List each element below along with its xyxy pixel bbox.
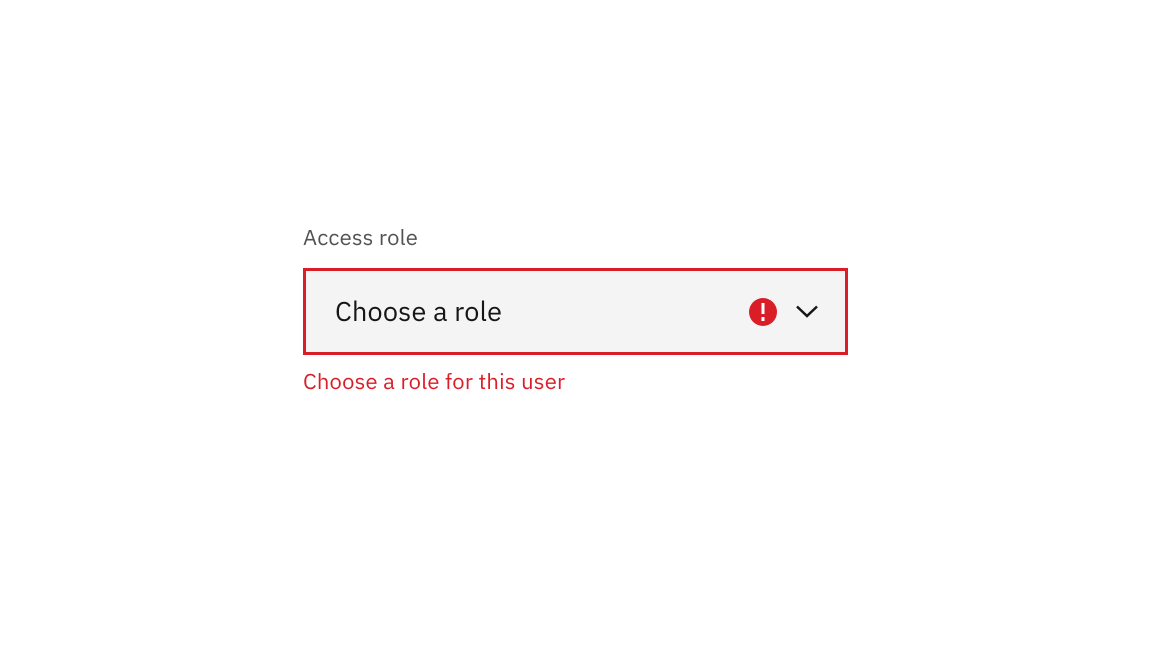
chevron-down-icon bbox=[793, 298, 821, 326]
select-placeholder: Choose a role bbox=[335, 294, 502, 329]
access-role-field: Access role Choose a role Choose a role … bbox=[303, 223, 848, 396]
role-select[interactable]: Choose a role bbox=[303, 268, 848, 355]
select-icons bbox=[749, 298, 821, 326]
warning-icon bbox=[749, 298, 777, 326]
error-message: Choose a role for this user bbox=[303, 367, 848, 396]
field-label: Access role bbox=[303, 223, 848, 252]
